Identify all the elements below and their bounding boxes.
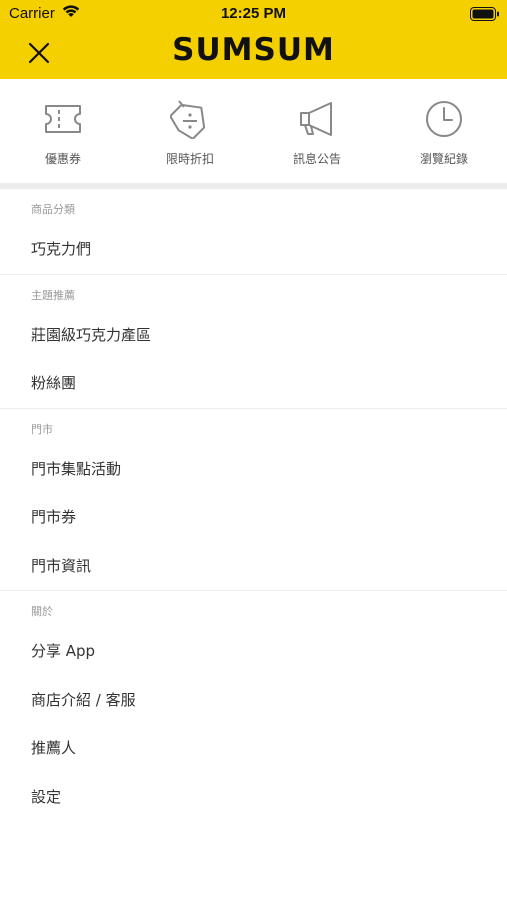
- menu-item-fan-page[interactable]: 粉絲團: [0, 359, 507, 408]
- section-title-stores: 門市: [31, 422, 53, 436]
- menu-item-store-coupons[interactable]: 門市券: [0, 493, 507, 542]
- menu-item-store-points[interactable]: 門市集點活動: [0, 445, 507, 494]
- menu-item-referrer[interactable]: 推薦人: [0, 724, 507, 773]
- quick-action-announcements[interactable]: 訊息公告: [254, 79, 380, 183]
- ticket-icon: [45, 105, 81, 133]
- section-title-categories: 商品分類: [31, 203, 75, 216]
- menu-item-share-app[interactable]: 分享 App: [0, 627, 507, 676]
- quick-action-label: 瀏覽紀錄: [419, 152, 468, 166]
- section-title-about: 關於: [31, 605, 53, 618]
- quick-action-label: 優惠券: [44, 152, 81, 166]
- nav-bar: SUMSUM: [0, 28, 507, 79]
- quick-actions: 優惠券 限時折扣 訊息公告 瀏覽紀錄: [0, 79, 507, 183]
- menu-item-store-info[interactable]: 門市資訊: [0, 542, 507, 591]
- menu-item-chocolates[interactable]: 巧克力們: [0, 225, 507, 274]
- menu-item-estate-regions[interactable]: 莊園級巧克力產區: [0, 311, 507, 360]
- menu-list: 商品分類 巧克力們 主題推薦 莊園級巧克力產區 粉絲團 門市 門市集點活動 門市…: [0, 189, 507, 821]
- quick-action-history[interactable]: 瀏覽紀錄: [381, 79, 507, 183]
- quick-action-label: 訊息公告: [292, 152, 341, 166]
- section-title-featured: 主題推薦: [31, 288, 75, 302]
- discount-tag-icon: [170, 100, 206, 139]
- quick-action-coupons[interactable]: 優惠券: [0, 79, 126, 183]
- status-time: 12:25 PM: [220, 5, 287, 22]
- menu-item-settings[interactable]: 設定: [0, 773, 507, 822]
- megaphone-icon: [300, 102, 332, 136]
- quick-action-discounts[interactable]: 限時折扣: [127, 79, 253, 183]
- status-bar: Carrier 12:25 PM: [0, 0, 507, 28]
- clock-icon: [426, 101, 462, 137]
- brand-logo: SUMSUM: [172, 32, 335, 68]
- battery-icon: [470, 6, 500, 25]
- quick-action-label: 限時折扣: [165, 152, 214, 166]
- menu-item-store-intro[interactable]: 商店介紹 / 客服: [0, 676, 507, 725]
